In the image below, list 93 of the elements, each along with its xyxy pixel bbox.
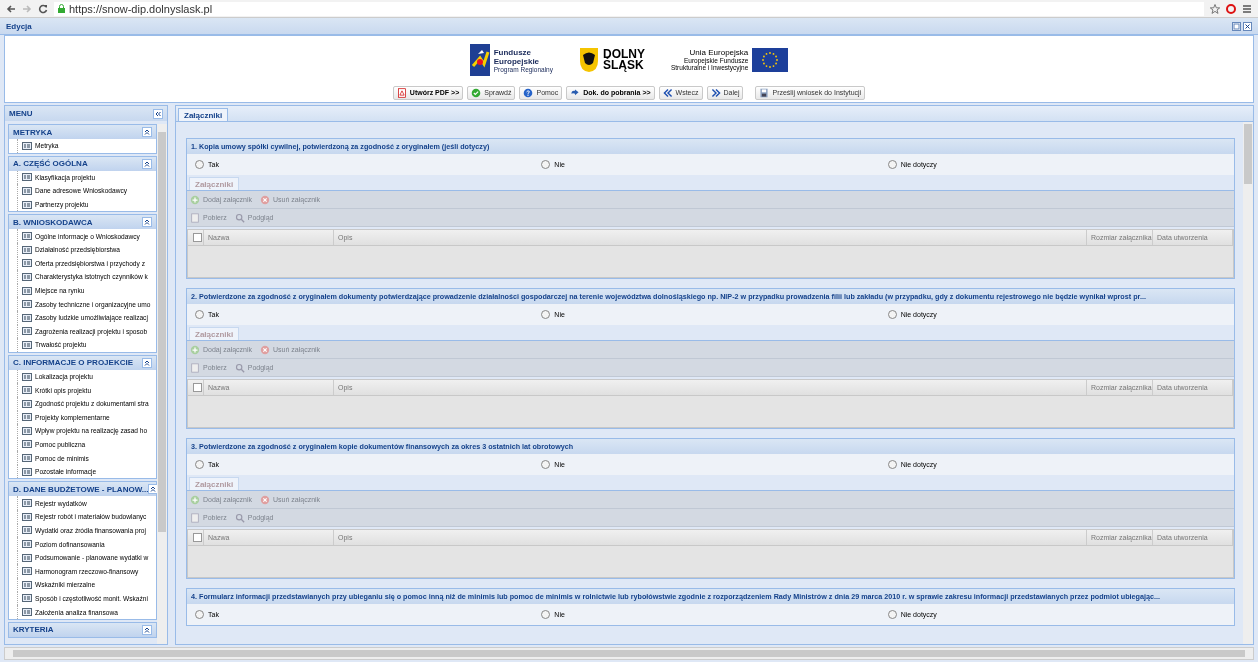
radio-button[interactable]: [541, 160, 551, 169]
magnifier-icon: [234, 512, 245, 523]
radio-button[interactable]: [887, 610, 897, 619]
logo-text: Europejskie: [493, 56, 540, 66]
check-icon: [471, 87, 482, 98]
form-icon: [22, 386, 32, 395]
form-icon: [22, 286, 32, 295]
form-icon: [22, 232, 32, 241]
form-icon: [22, 440, 32, 449]
collapse-icon[interactable]: [142, 158, 152, 169]
collapse-icon[interactable]: [148, 484, 157, 495]
reload-icon[interactable]: [38, 3, 48, 14]
form-icon: [22, 272, 32, 281]
form-icon: [22, 526, 32, 535]
form-icon: [22, 245, 32, 254]
form-icon: [22, 512, 32, 521]
cross-icon: [260, 194, 271, 205]
logo-text: Fundusze: [493, 47, 533, 57]
form-icon: [22, 567, 32, 576]
form-icon: [22, 426, 32, 435]
group-title[interactable]: METRYKA: [13, 127, 53, 137]
window-title: Edycja: [6, 21, 32, 31]
radio-button[interactable]: [541, 460, 551, 469]
radio-button[interactable]: [541, 310, 551, 319]
collapse-icon[interactable]: [142, 357, 152, 368]
form-icon: [22, 340, 32, 349]
url-text[interactable]: https://snow-dip.dolnyslask.pl: [69, 2, 213, 15]
form-icon: [22, 540, 32, 549]
magnifier-icon: [234, 212, 245, 223]
scrollbar[interactable]: [4, 647, 1254, 660]
radio-button[interactable]: [195, 310, 204, 319]
double-left-arrow-icon: [662, 87, 673, 98]
star-icon[interactable]: [1210, 3, 1220, 14]
lock-icon: [58, 4, 65, 13]
checkbox[interactable]: [193, 383, 202, 392]
form-icon: [22, 141, 32, 150]
collapse-icon[interactable]: [142, 217, 152, 228]
radio-button[interactable]: [887, 460, 897, 469]
form-icon: [22, 467, 32, 476]
collapse-icon[interactable]: [142, 624, 152, 635]
form-icon: [22, 553, 32, 562]
form-icon: [22, 399, 32, 408]
eu-flag-icon: [752, 48, 789, 72]
form-icon: [22, 327, 32, 336]
form-icon: [22, 200, 32, 209]
form-icon: [22, 173, 32, 182]
form-icon: [22, 187, 32, 195]
form-icon: [22, 413, 32, 422]
tab[interactable]: Załączniki: [178, 108, 229, 121]
radio-button[interactable]: [195, 460, 204, 469]
back-arrow-icon[interactable]: [6, 3, 16, 14]
form-icon: [22, 300, 32, 309]
pdf-icon: [396, 87, 407, 98]
form-icon: [22, 372, 32, 381]
magnifier-icon: [234, 362, 245, 373]
form-icon: [22, 313, 32, 322]
group-title[interactable]: KRYTERIA: [13, 625, 54, 635]
cross-icon: [260, 494, 271, 505]
radio-button[interactable]: [541, 610, 551, 619]
cross-icon: [260, 344, 271, 355]
checkbox[interactable]: [193, 533, 202, 542]
logo-text: DOLNY: [602, 49, 645, 60]
document-icon: [190, 512, 200, 523]
form-icon: [22, 594, 32, 603]
form-icon: [22, 499, 32, 508]
document-icon: [190, 212, 200, 223]
collapse-icon[interactable]: [142, 127, 152, 137]
logo-text: Unia Europejska: [689, 49, 749, 57]
radio-button[interactable]: [195, 610, 204, 619]
coat-of-arms-icon: [578, 47, 599, 73]
checkbox[interactable]: [193, 233, 202, 242]
form-icon: [22, 608, 32, 616]
radio-button[interactable]: [887, 160, 897, 169]
document-icon: [190, 362, 200, 373]
menu-icon[interactable]: [1242, 3, 1252, 14]
forward-arrow-icon[interactable]: [22, 3, 32, 14]
fe-logo-icon: [469, 44, 490, 76]
radio-button[interactable]: [195, 160, 204, 169]
form-icon: [22, 259, 32, 268]
menu-title: MENU: [9, 109, 33, 118]
radio-button[interactable]: [887, 310, 897, 319]
form-icon: [22, 454, 32, 463]
collapse-icon[interactable]: [153, 108, 163, 119]
form-icon: [22, 580, 32, 589]
help-icon: [523, 87, 534, 98]
close-icon[interactable]: [1243, 21, 1252, 31]
plus-icon: [190, 494, 200, 505]
scrollbar[interactable]: [157, 124, 167, 644]
scrollbar[interactable]: [1243, 122, 1253, 644]
plus-icon: [190, 344, 200, 355]
double-right-arrow-icon: [710, 87, 721, 98]
plus-icon: [190, 194, 200, 205]
restore-icon[interactable]: [1232, 21, 1241, 31]
